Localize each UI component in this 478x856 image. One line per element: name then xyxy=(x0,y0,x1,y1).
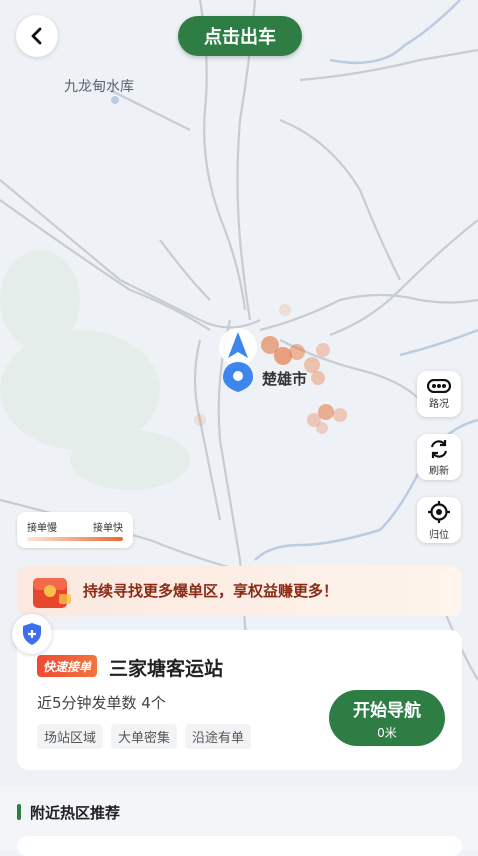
promo-text: 持续寻找更多爆单区，享权益赚更多！ xyxy=(83,582,339,600)
reservoir-dot xyxy=(111,96,119,104)
legend-fast-label: 接单快 xyxy=(93,523,123,534)
nearby-list-sheet[interactable] xyxy=(17,836,462,856)
traffic-label: 路况 xyxy=(429,398,449,410)
tag-item: 场站区域 xyxy=(37,724,104,749)
locate-icon xyxy=(428,500,450,523)
locate-label: 归位 xyxy=(429,529,449,541)
refresh-icon xyxy=(430,439,448,458)
reservoir-label: 九龙甸水库 xyxy=(64,79,134,95)
heat-legend: 接单慢 接单快 xyxy=(17,512,133,548)
locate-button[interactable]: 归位 xyxy=(417,497,461,543)
chevron-left-icon xyxy=(31,27,42,45)
order-count-stat: 近5分钟发单数 4个 xyxy=(37,694,166,712)
refresh-label: 刷新 xyxy=(429,465,449,477)
city-label: 楚雄市 xyxy=(262,370,308,388)
legend-slow-label: 接单慢 xyxy=(27,523,57,534)
section-title: 附近热区推荐 xyxy=(30,804,121,822)
red-envelope-icon xyxy=(33,578,71,608)
safety-shield-button[interactable] xyxy=(12,614,52,654)
back-button[interactable] xyxy=(16,15,58,57)
promo-banner[interactable]: 持续寻找更多爆单区，享权益赚更多！ xyxy=(17,566,462,616)
navigation-distance: 0米 xyxy=(377,725,397,740)
nearby-hotspots-section: 附近热区推荐 xyxy=(0,786,478,856)
station-name: 三家塘客运站 xyxy=(109,658,224,680)
tag-list: 场站区域 大单密集 沿途有单 xyxy=(37,724,252,749)
tag-item: 大单密集 xyxy=(111,724,178,749)
driver-position-icon xyxy=(219,328,257,366)
traffic-icon xyxy=(427,378,451,393)
navigation-label: 开始导航 xyxy=(353,700,421,721)
fast-order-badge: 快速接单 xyxy=(37,655,98,677)
section-marker xyxy=(17,804,21,820)
traffic-button[interactable]: 路况 xyxy=(417,371,461,417)
legend-gradient-bar xyxy=(27,537,123,541)
shield-icon xyxy=(23,623,41,645)
go-online-button[interactable]: 点击出车 xyxy=(178,16,302,56)
start-navigation-button[interactable]: 开始导航 0米 xyxy=(329,690,445,746)
refresh-button[interactable]: 刷新 xyxy=(417,434,461,480)
hotspot-card[interactable]: 快速接单 三家塘客运站 近5分钟发单数 4个 场站区域 大单密集 沿途有单 开始… xyxy=(17,630,462,770)
tag-item: 沿途有单 xyxy=(185,724,252,749)
